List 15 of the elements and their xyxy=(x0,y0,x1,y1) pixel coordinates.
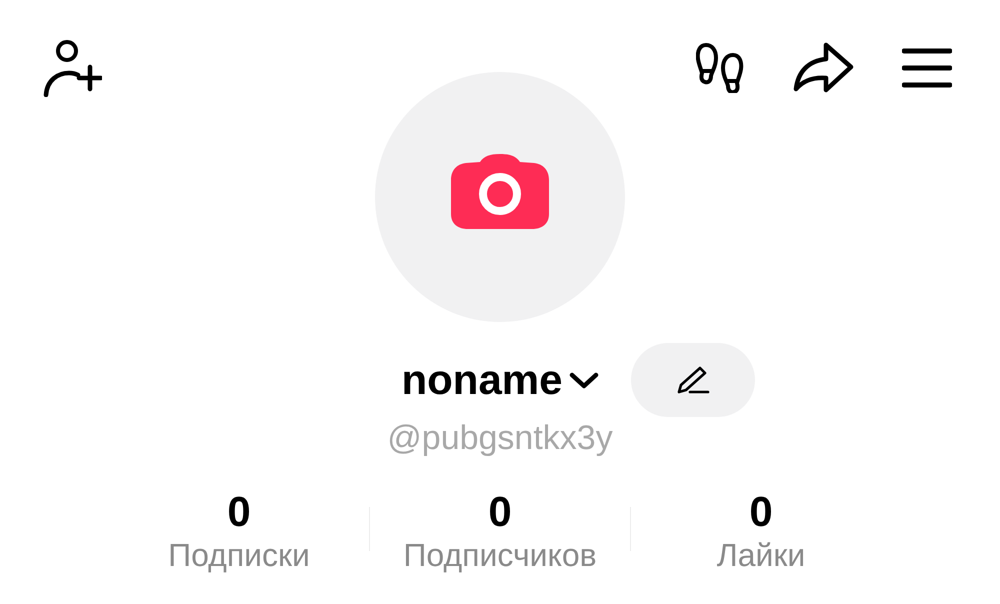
stat-count: 0 xyxy=(749,489,773,535)
share-arrow-icon[interactable] xyxy=(792,42,854,94)
menu-icon[interactable] xyxy=(902,48,952,88)
stat-label: Лайки xyxy=(716,536,806,575)
pencil-icon xyxy=(676,366,710,394)
username-dropdown[interactable]: noname xyxy=(401,355,599,405)
footprints-icon[interactable] xyxy=(696,43,744,93)
stat-count: 0 xyxy=(488,489,512,535)
camera-icon xyxy=(450,152,550,230)
stat-label: Подписчиков xyxy=(403,536,597,575)
stat-count: 0 xyxy=(227,489,251,535)
username-handle: @pubgsntkx3y xyxy=(387,418,613,459)
person-plus-icon[interactable] xyxy=(42,40,102,97)
stat-label: Подписки xyxy=(168,536,310,575)
chevron-down-icon xyxy=(568,372,599,390)
